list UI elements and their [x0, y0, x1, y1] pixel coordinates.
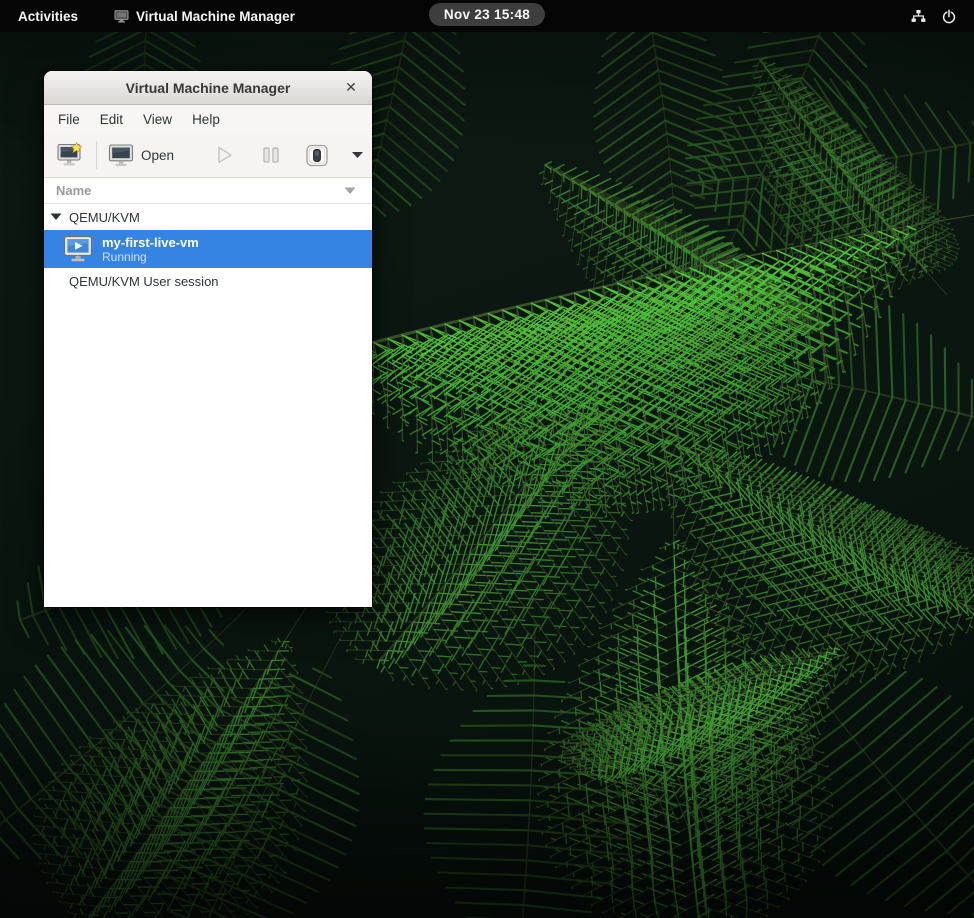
network-icon [909, 8, 928, 25]
open-button-label: Open [141, 148, 174, 163]
focused-app-menu[interactable]: Virtual Machine Manager [114, 9, 295, 24]
clock-button[interactable]: Nov 23 15:48 [429, 3, 545, 26]
menu-view[interactable]: View [133, 108, 182, 131]
toolbar-separator [96, 141, 97, 169]
connection-label: QEMU/KVM [68, 210, 140, 225]
vm-status: Running [102, 250, 199, 264]
desktop: Activities Virtual Machine Manager Nov 2… [0, 0, 974, 918]
name-column-header[interactable]: Name [44, 178, 372, 204]
system-tray[interactable] [905, 0, 962, 32]
menu-help[interactable]: Help [182, 108, 230, 131]
caret-down-icon [351, 151, 364, 159]
vm-row-text: my-first-live-vm Running [102, 235, 199, 264]
connection-row-user-session[interactable]: QEMU/KVM User session [44, 268, 372, 294]
vm-actions-dropdown[interactable] [349, 149, 366, 161]
activities-button[interactable]: Activities [0, 0, 92, 32]
play-icon [213, 144, 236, 166]
pause-button[interactable] [259, 142, 283, 168]
toolbar: Open [44, 133, 372, 178]
new-vm-monitor-star-icon [56, 142, 84, 168]
vmm-window: Virtual Machine Manager ✕ File Edit View… [44, 71, 372, 607]
pause-icon [261, 144, 281, 166]
vmm-app-icon [114, 10, 129, 23]
vm-row-selected[interactable]: my-first-live-vm Running [44, 230, 372, 268]
new-vm-button[interactable] [54, 140, 86, 170]
sort-caret-icon [344, 187, 356, 195]
gnome-top-bar: Activities Virtual Machine Manager Nov 2… [0, 0, 974, 32]
window-title: Virtual Machine Manager [126, 80, 291, 96]
menu-edit[interactable]: Edit [90, 108, 133, 131]
shutdown-icon [304, 143, 330, 168]
name-column-label: Name [56, 183, 91, 198]
vm-running-icon [62, 235, 94, 263]
menu-file[interactable]: File [48, 108, 90, 131]
window-titlebar[interactable]: Virtual Machine Manager ✕ [44, 71, 372, 105]
connection-row-qemu-kvm[interactable]: QEMU/KVM [44, 204, 372, 230]
open-monitor-icon [108, 143, 134, 168]
vm-list: QEMU/KVM my-first-live-vm Running QEMU/K [44, 204, 372, 607]
shutdown-button[interactable] [302, 141, 332, 170]
open-button[interactable]: Open [106, 141, 176, 170]
vm-name: my-first-live-vm [102, 235, 199, 250]
user-session-label: QEMU/KVM User session [44, 274, 219, 289]
close-button[interactable]: ✕ [339, 71, 363, 104]
run-button[interactable] [211, 142, 238, 168]
expander-down-icon[interactable] [50, 213, 62, 221]
power-icon [940, 8, 958, 25]
menubar: File Edit View Help [44, 105, 372, 133]
focused-app-label: Virtual Machine Manager [136, 9, 295, 24]
